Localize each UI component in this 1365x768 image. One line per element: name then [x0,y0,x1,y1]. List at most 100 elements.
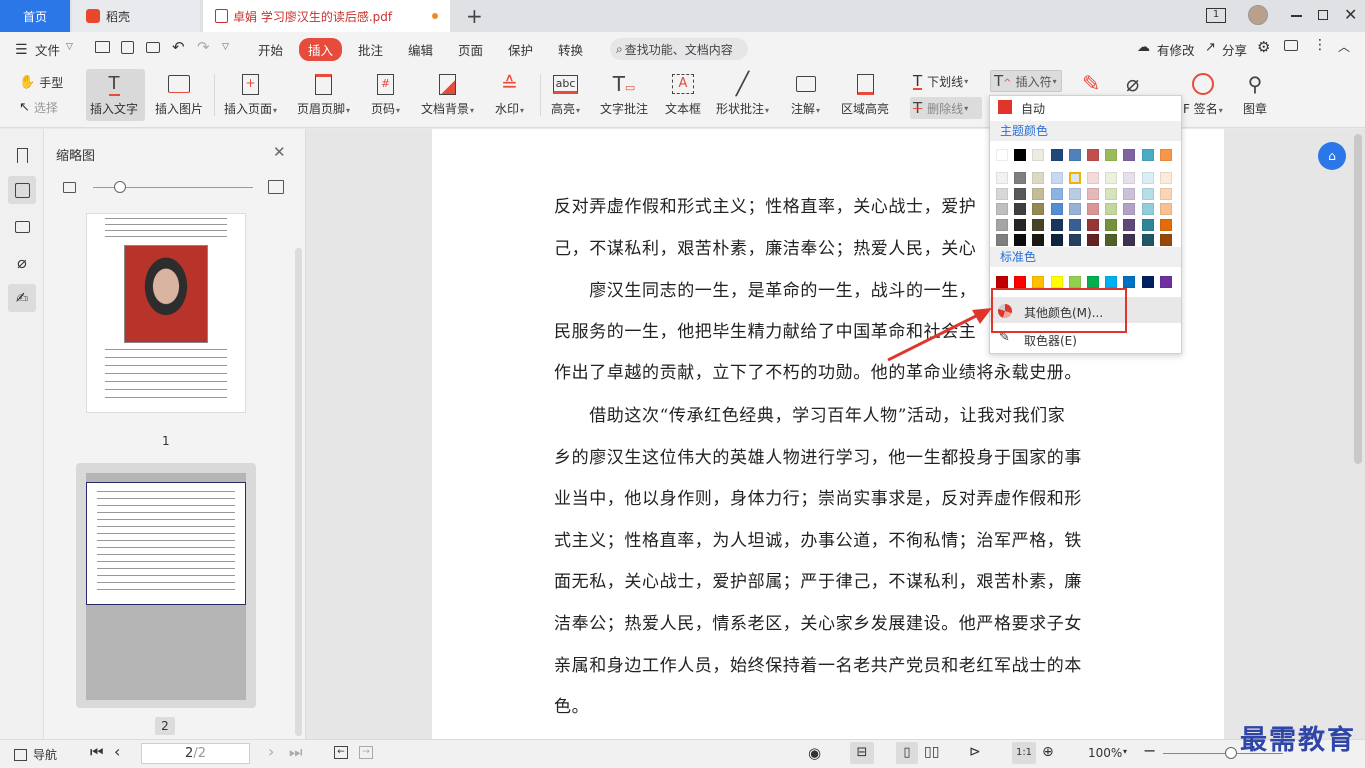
theme-shade-swatch[interactable] [1050,234,1063,246]
pen-icon[interactable]: ✎ [1082,72,1100,97]
double-page-icon[interactable]: ▯▯ [924,744,939,760]
page-thumbnail-1[interactable] [86,213,246,413]
back-icon[interactable]: ← [334,746,348,759]
search-input[interactable]: ⌕ 查找功能、文档内容 [610,38,748,60]
theme-shade-swatch[interactable] [1123,203,1136,215]
tab-convert[interactable]: 转换 [558,40,583,59]
standard-color-swatch[interactable] [1123,276,1136,288]
chevron-down-icon[interactable]: ▽ [222,42,229,52]
translate-float-icon[interactable]: ⌂ [1318,142,1346,170]
theme-shade-swatch[interactable] [996,218,1008,231]
theme-shade-swatch[interactable] [1105,234,1118,246]
theme-shade-swatch[interactable] [1087,187,1099,200]
standard-color-swatch[interactable] [1032,276,1045,288]
theme-shade-swatch[interactable] [996,187,1008,200]
text-annotation-button[interactable]: T▭ 文字批注 [600,70,648,117]
standard-color-swatch[interactable] [1014,276,1027,288]
next-page-icon[interactable]: › [268,742,274,761]
doc-scrollbar[interactable] [1354,134,1362,464]
restore-icon[interactable] [1318,10,1328,20]
note-button[interactable]: 注解▾ [791,70,820,117]
theme-shade-swatch[interactable] [996,234,1008,246]
theme-shade-swatch[interactable] [1123,234,1136,246]
gear-icon[interactable]: ⚙ [1257,38,1270,56]
new-tab-button[interactable]: + [466,4,483,28]
avatar[interactable] [1248,5,1268,25]
more-icon[interactable]: ⋮ [1313,37,1327,53]
highlight-button[interactable]: abc 高亮▾ [551,70,580,117]
theme-shade-swatch[interactable] [1032,172,1045,184]
auto-color-swatch[interactable] [998,100,1012,114]
large-image-icon[interactable] [268,180,284,194]
textbox-button[interactable]: A 文本框 [665,70,701,117]
nav-button[interactable]: 导航 [14,746,57,763]
attachment-icon[interactable]: ⌀ [1126,72,1139,97]
theme-shade-swatch[interactable] [1068,218,1081,231]
theme-shade-swatch[interactable] [1068,203,1081,215]
stamp-button[interactable]: ⚲ 图章 [1243,70,1267,117]
zoom-slider-handle[interactable] [1225,747,1237,759]
play-icon[interactable]: ⊳ [969,744,981,760]
insert-mark-button[interactable]: T^ 插入符 ▾ [990,70,1062,92]
tab-start[interactable]: 开始 [258,40,283,59]
theme-shade-swatch[interactable] [1014,203,1027,215]
chevron-up-icon[interactable]: ︿ [1338,38,1350,55]
eyedropper-option[interactable]: 取色器(E) [1024,332,1077,349]
theme-shade-swatch[interactable] [1032,234,1045,246]
theme-shade-swatch[interactable] [1014,172,1027,184]
doc-background-button[interactable]: 文档背景▾ [421,70,474,117]
theme-shade-swatch[interactable] [996,172,1008,184]
open-folder-icon[interactable] [95,41,110,53]
theme-shade-swatch[interactable] [1159,218,1172,231]
comment-icon[interactable] [1284,40,1298,51]
chevron-down-icon[interactable]: ▾ [1123,747,1127,756]
underline-button[interactable]: T 下划线 ▾ [913,73,968,90]
watermark-button[interactable]: ≙ 水印▾ [495,70,524,117]
theme-shade-swatch[interactable] [1159,172,1172,184]
theme-color-swatch[interactable] [1141,149,1154,161]
last-page-icon[interactable]: ⏭ [289,743,303,761]
theme-shade-swatch[interactable] [1032,218,1045,231]
tab-document[interactable]: 卓娟 学习廖汉生的读后感.pdf [203,0,450,32]
sign-button[interactable]: F 签名▾ [1183,70,1223,117]
theme-shade-swatch[interactable] [1032,203,1045,215]
theme-shade-swatch[interactable] [1014,187,1027,200]
page-thumbnail-2[interactable] [86,473,246,700]
page-input[interactable]: 2/2 [141,743,250,764]
theme-shade-swatch[interactable] [1068,187,1081,200]
theme-shade-swatch[interactable] [1105,203,1118,215]
standard-color-swatch[interactable] [996,276,1008,288]
theme-shade-swatch[interactable] [1105,218,1118,231]
tab-protect[interactable]: 保护 [508,40,533,59]
theme-color-swatch[interactable] [1050,149,1063,161]
theme-shade-swatch[interactable] [1159,187,1172,200]
theme-shade-swatch[interactable] [1123,218,1136,231]
first-page-icon[interactable]: ⏮ [90,743,104,761]
standard-color-swatch[interactable] [1141,276,1154,288]
header-footer-button[interactable]: 页眉页脚▾ [297,70,350,117]
menu-file[interactable]: 文件 [35,40,60,59]
print-icon[interactable] [146,42,160,53]
auto-color-option[interactable]: 自动 [1021,100,1045,117]
standard-color-swatch[interactable] [1087,276,1099,288]
theme-shade-swatch[interactable] [1141,172,1154,184]
single-page-icon[interactable]: ▯ [896,742,918,764]
close-icon[interactable]: ✕ [1344,5,1357,24]
insert-text-button[interactable]: T 插入文字 [90,70,138,117]
attachment-icon[interactable]: ⌀ [8,248,36,276]
theme-shade-swatch[interactable] [996,203,1008,215]
theme-color-swatch[interactable] [1032,149,1045,161]
tab-edit[interactable]: 编辑 [408,40,433,59]
signature-icon[interactable]: ✍ [8,284,36,312]
save-icon[interactable] [121,41,134,54]
comment-icon[interactable] [8,213,36,241]
hand-tool[interactable]: ✋ 手型 [19,74,63,91]
bookmark-icon[interactable] [8,141,36,169]
theme-shade-swatch[interactable] [1068,234,1081,246]
theme-color-swatch[interactable] [1105,149,1118,161]
actual-size-icon[interactable]: 1:1 [1012,742,1036,764]
theme-color-swatch[interactable] [1159,149,1172,161]
theme-shade-swatch[interactable] [1087,172,1099,184]
insert-page-button[interactable]: + 插入页面▾ [224,70,277,117]
standard-color-swatch[interactable] [1068,276,1081,288]
